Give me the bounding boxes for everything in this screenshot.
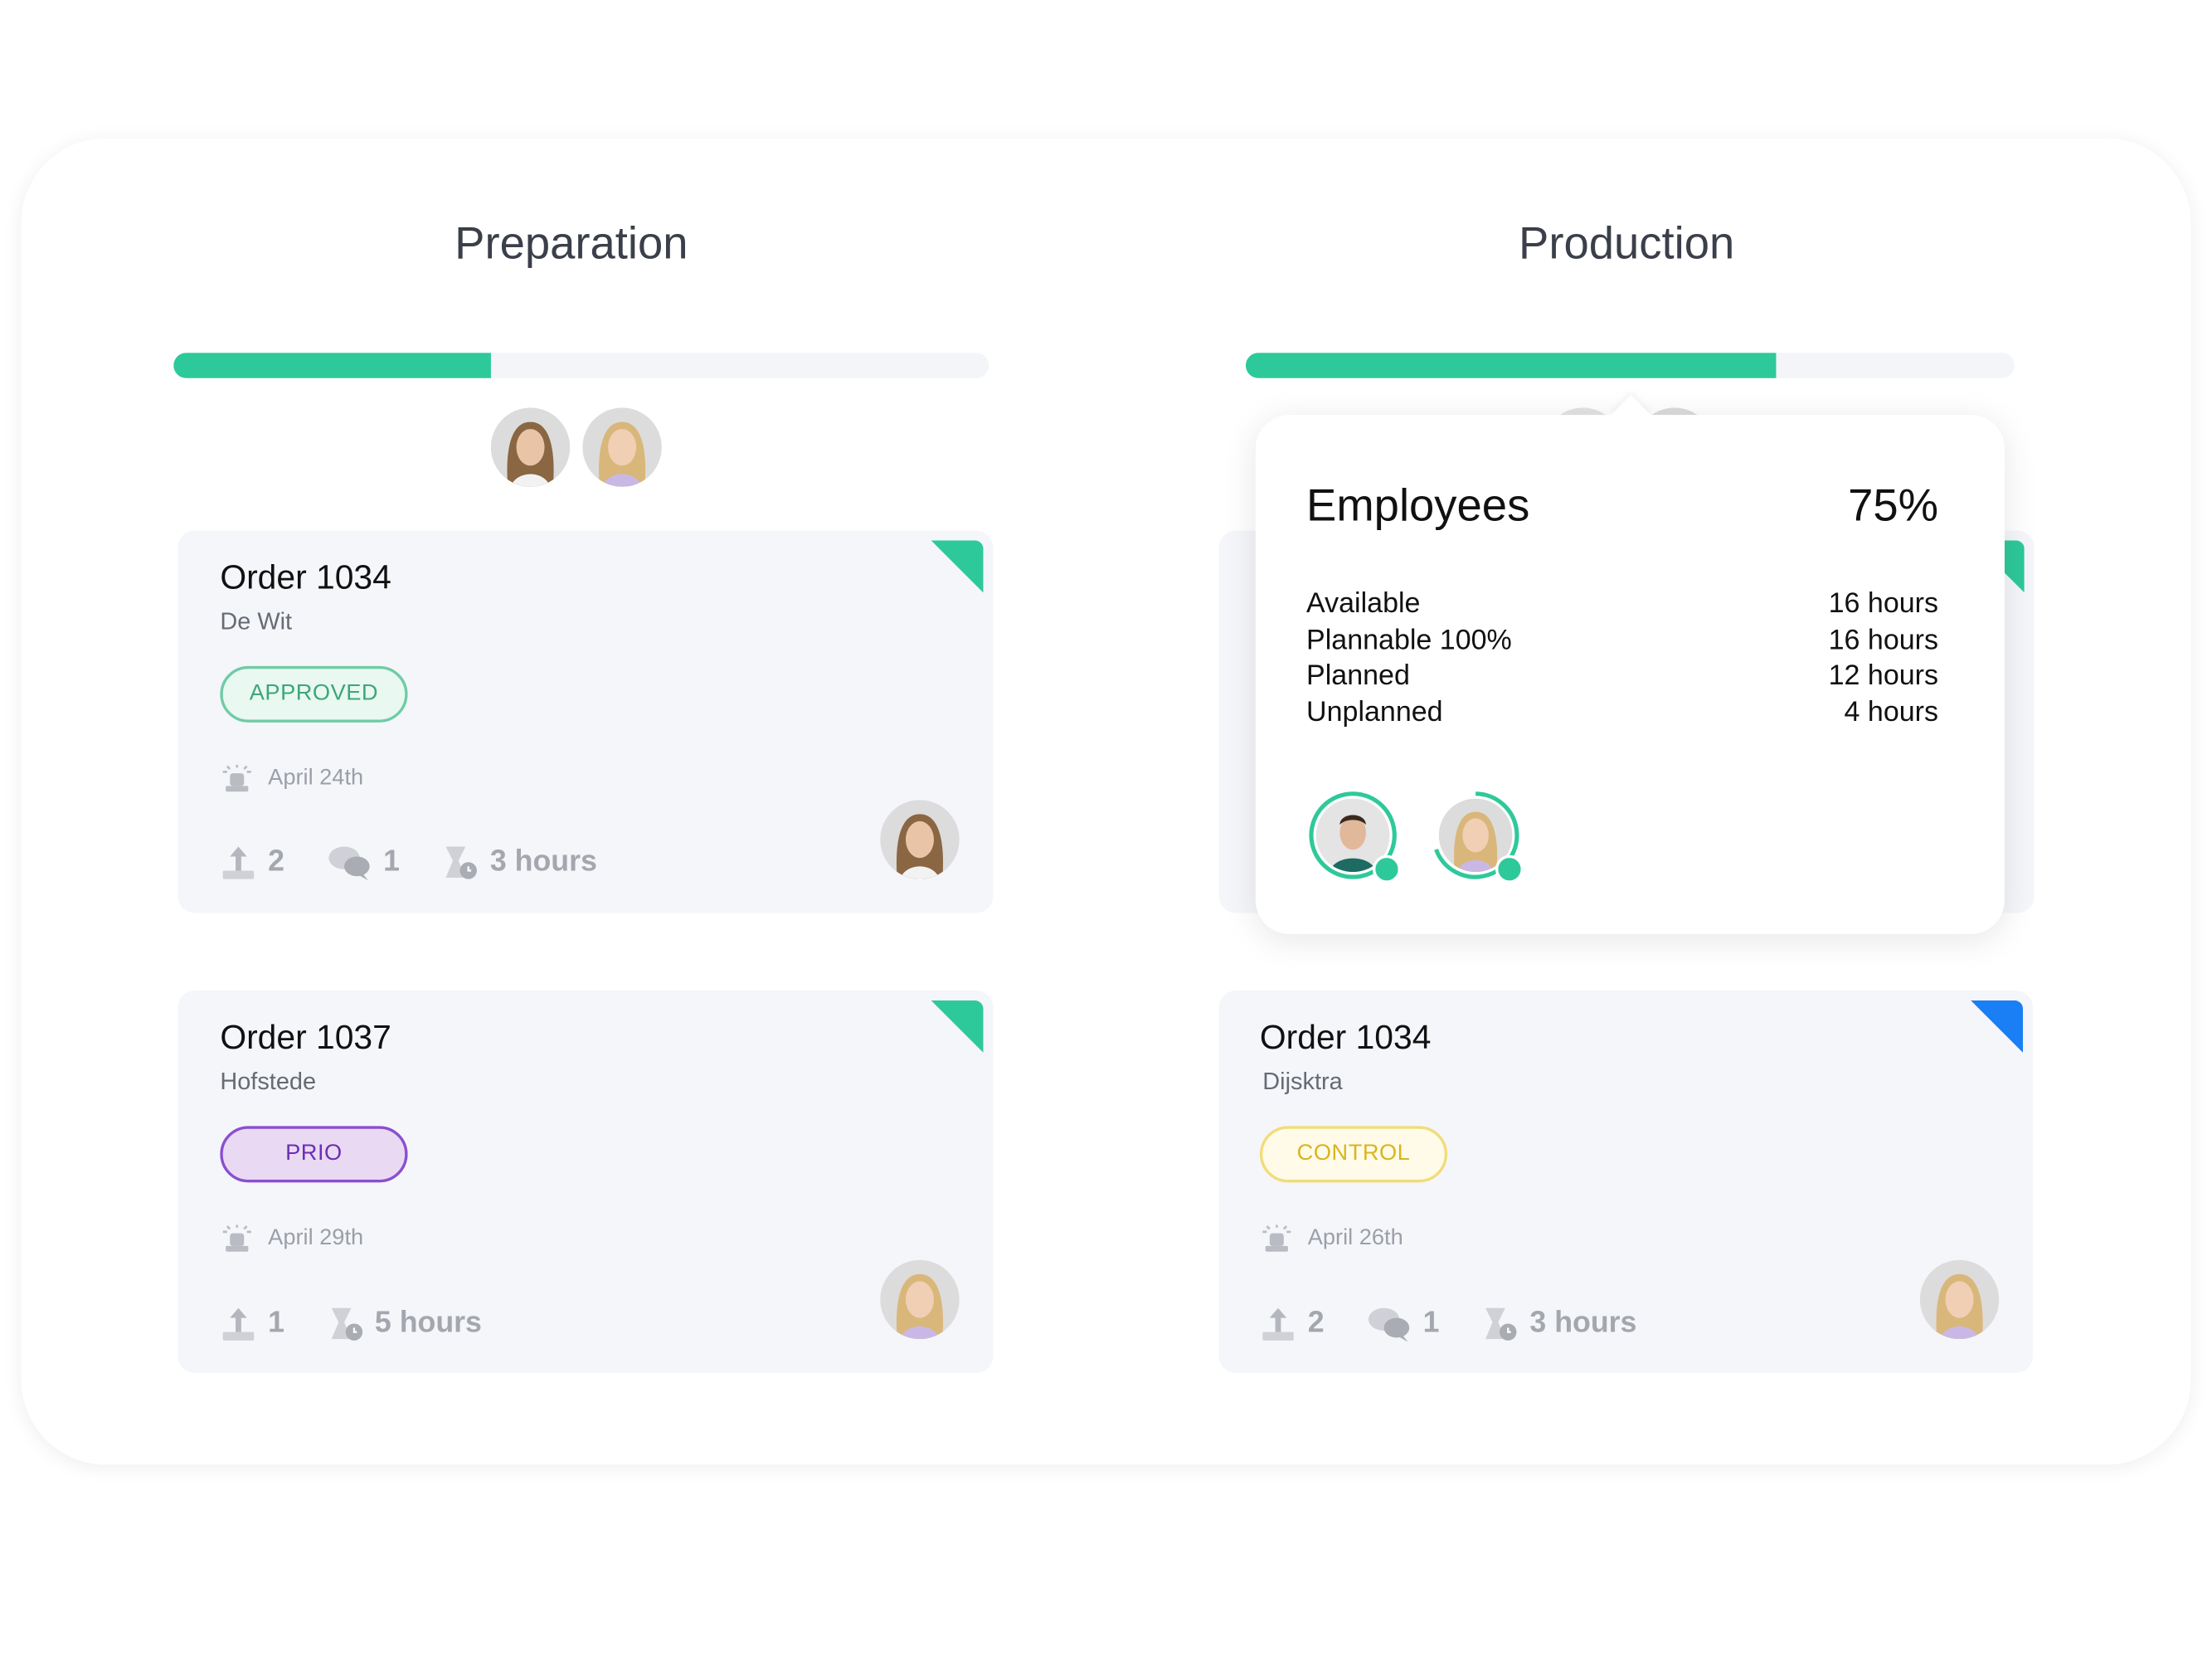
row-value: 16 hours	[1828, 588, 1939, 620]
status-badge[interactable]: APPROVED	[220, 665, 408, 723]
deadline-row: April 24th	[220, 764, 364, 793]
hourglass-clock-icon	[331, 1307, 362, 1341]
order-card[interactable]: Order 1037 Hofstede PRIO April 29th 1 5 …	[177, 991, 994, 1373]
duration: 3 hours	[489, 845, 597, 878]
upload-count: 2	[268, 845, 285, 878]
assignee-avatar[interactable]	[1919, 1259, 2000, 1340]
deadline-date: April 26th	[1307, 1226, 1403, 1250]
assignee-avatar[interactable]	[880, 800, 960, 879]
avatar[interactable]	[582, 407, 662, 487]
online-status-dot	[1495, 854, 1524, 884]
duration: 3 hours	[1529, 1307, 1637, 1340]
stats-row: 1 5 hours	[220, 1305, 482, 1341]
status-corner	[1971, 1000, 2024, 1053]
column-title-preparation: Preparation	[455, 217, 688, 269]
order-card[interactable]: Order 1034 Dijsktra CONTROL April 26th 2…	[1218, 991, 2033, 1373]
row-label: Planned	[1306, 660, 1410, 693]
order-card[interactable]: Order 1034 De Wit APPROVED April 24th 2 …	[177, 530, 994, 913]
tooltip-title: Employees	[1306, 480, 1530, 531]
hours-row: Planned 12 hours	[1306, 660, 1938, 696]
status-badge[interactable]: CONTROL	[1259, 1126, 1448, 1183]
upload-count: 2	[1307, 1307, 1325, 1340]
preparation-progress-bar[interactable]	[173, 353, 989, 378]
row-value: 16 hours	[1828, 624, 1939, 656]
hours-row: Unplanned 4 hours	[1306, 696, 1938, 733]
employee-avatar[interactable]	[1308, 791, 1401, 884]
upload-icon	[222, 846, 255, 879]
deadline-row: April 29th	[220, 1224, 363, 1253]
comment-count: 1	[1422, 1307, 1440, 1340]
duration: 5 hours	[374, 1307, 482, 1340]
order-client: Hofstede	[220, 1068, 317, 1095]
assignee-avatar[interactable]	[880, 1259, 960, 1340]
employee-avatar[interactable]	[1431, 791, 1524, 884]
tooltip-percent: 75%	[1848, 480, 1939, 531]
alarm-light-icon	[1262, 1224, 1291, 1252]
alarm-light-icon	[222, 1224, 251, 1252]
column-title-production: Production	[1519, 217, 1735, 269]
deadline-row: April 26th	[1260, 1224, 1403, 1253]
hourglass-clock-icon	[446, 846, 478, 879]
order-title: Order 1034	[220, 558, 391, 597]
status-corner	[931, 1000, 984, 1053]
stats-row: 2 1 3 hours	[1260, 1305, 1637, 1342]
hours-row: Plannable 100% 16 hours	[1306, 623, 1938, 660]
deadline-date: April 24th	[268, 766, 364, 791]
order-client: De Wit	[220, 608, 293, 635]
row-label: Available	[1306, 588, 1421, 620]
comments-icon	[1368, 1307, 1409, 1342]
production-progress-bar[interactable]	[1245, 353, 2015, 378]
alarm-light-icon	[222, 764, 251, 792]
online-status-dot	[1372, 854, 1401, 884]
upload-icon	[1262, 1307, 1294, 1341]
upload-icon	[222, 1307, 255, 1341]
employees-tooltip: Employees 75% Available 16 hours Plannabl…	[1255, 395, 2005, 934]
hourglass-clock-icon	[1485, 1307, 1518, 1341]
progress-fill	[173, 353, 492, 378]
progress-fill	[1245, 353, 1777, 378]
hours-list: Available 16 hours Plannable 100% 16 hours…	[1306, 587, 1938, 733]
hours-row: Available 16 hours	[1306, 587, 1938, 624]
upload-count: 1	[268, 1307, 285, 1340]
status-corner	[931, 540, 984, 593]
avatar[interactable]	[490, 407, 571, 487]
status-badge[interactable]: PRIO	[220, 1126, 408, 1183]
row-value: 12 hours	[1828, 660, 1939, 693]
order-client: Dijsktra	[1262, 1068, 1343, 1095]
row-label: Plannable 100%	[1306, 624, 1512, 656]
order-title: Order 1037	[220, 1019, 391, 1057]
row-value: 4 hours	[1844, 697, 1939, 728]
deadline-date: April 29th	[268, 1226, 364, 1250]
order-title: Order 1034	[1259, 1019, 1432, 1057]
stats-row: 2 1 3 hours	[220, 844, 597, 881]
row-label: Unplanned	[1306, 697, 1443, 728]
comments-icon	[328, 846, 370, 881]
comment-count: 1	[383, 845, 400, 878]
